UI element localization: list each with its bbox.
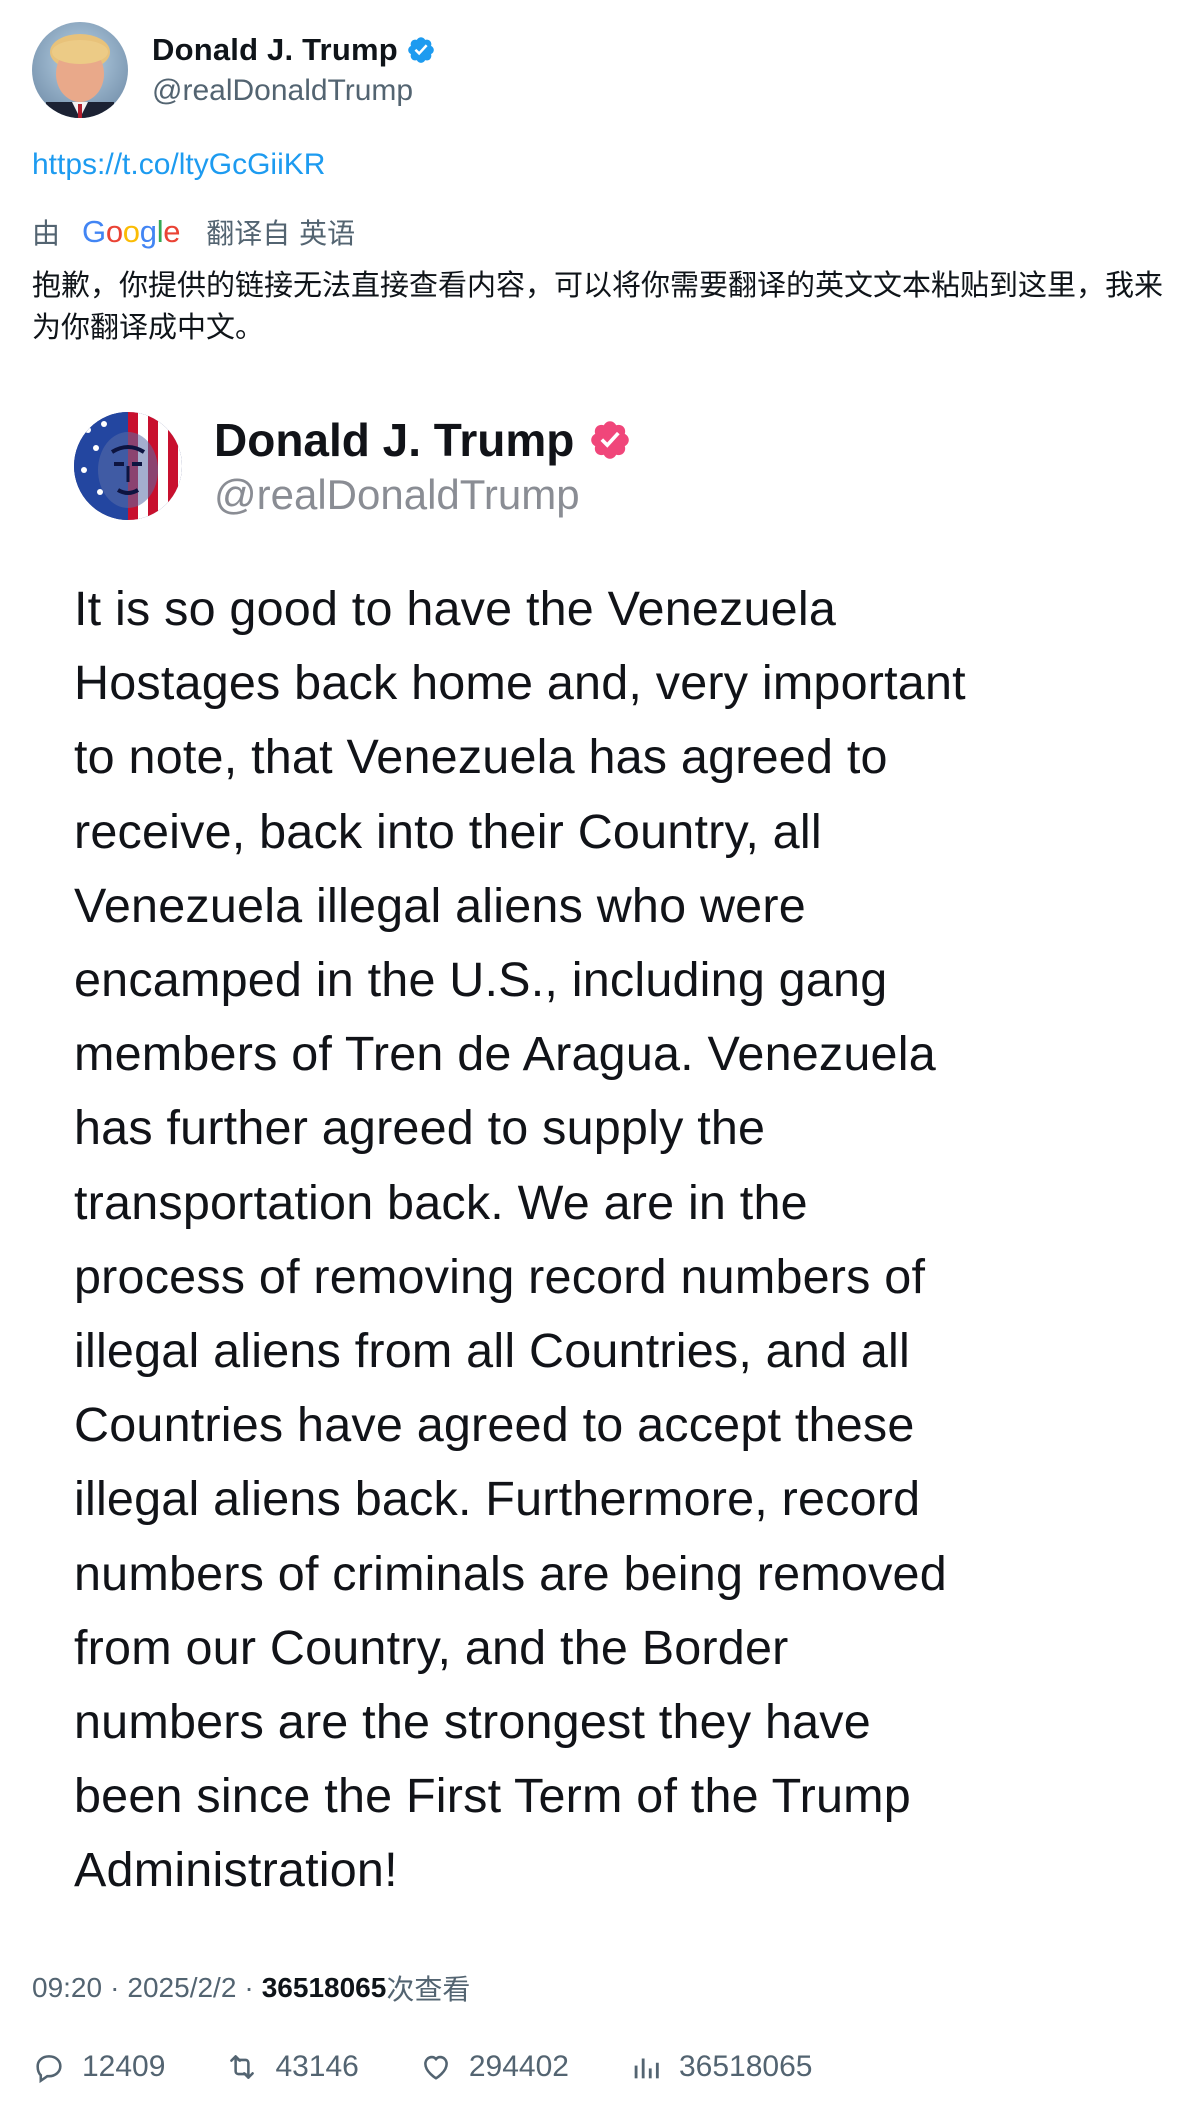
embedded-post-header: Donald J. Trump @realDonaldTrump [74, 412, 632, 520]
tweet-link[interactable]: https://t.co/ltyGcGiiKR [32, 148, 325, 182]
tweet-meta: 09:20 · 2025/2/2 · 36518065 次查看 [32, 1968, 470, 2008]
bar-chart-icon [634, 2058, 659, 2079]
repost-button[interactable]: 43146 [225, 2050, 359, 2084]
author-avatar[interactable] [32, 22, 128, 118]
tweet-time[interactable]: 09:20 [32, 1972, 102, 2004]
google-logo[interactable]: Google [82, 214, 181, 250]
translation-prefix: 由 [32, 217, 61, 250]
tweet-author[interactable]: Donald J. Trump @realDonaldTrump [32, 22, 436, 118]
author-display-name[interactable]: Donald J. Trump [152, 32, 398, 68]
translation-suffix[interactable]: 翻译自 英语 [206, 212, 355, 252]
translated-text: 抱歉，你提供的链接无法直接查看内容，可以将你需要翻译的英文文本粘贴到这里，我来为… [32, 268, 1164, 344]
embedded-post-body: It is so good to have the Venezuela Host… [74, 582, 966, 1898]
meta-separator: · [244, 1972, 254, 2003]
like-button[interactable]: 294402 [419, 2050, 569, 2084]
engagement-bar: 12409 43146 294402 36518065 [32, 2050, 1172, 2084]
repost-count: 43146 [275, 2050, 359, 2083]
repost-icon [230, 2055, 255, 2079]
like-count: 294402 [468, 2050, 569, 2083]
reply-icon [36, 2055, 62, 2084]
translation-attribution: 由 Google 翻译自 英语 [32, 212, 355, 252]
heart-icon [423, 2055, 448, 2080]
embedded-display-name: Donald J. Trump [214, 414, 575, 466]
views-stat-count: 36518065 [678, 2050, 813, 2083]
meta-separator: · [110, 1972, 120, 2003]
embedded-handle: @realDonaldTrump [214, 471, 580, 518]
views-count: 36518065 [261, 1972, 387, 2003]
reply-count: 12409 [82, 2050, 166, 2083]
embedded-avatar [74, 412, 182, 520]
author-handle[interactable]: @realDonaldTrump [152, 74, 436, 108]
views-label: 次查看 [386, 1974, 471, 2005]
views-button[interactable]: 36518065 [629, 2050, 812, 2084]
tweet-date[interactable]: 2025/2/2 [127, 1972, 236, 2004]
verified-badge-icon [591, 421, 630, 459]
reply-button[interactable]: 12409 [32, 2050, 165, 2084]
embedded-post-image[interactable]: Donald J. Trump @realDonaldTrump It is s… [32, 382, 1162, 1932]
verified-badge-icon [408, 37, 434, 63]
